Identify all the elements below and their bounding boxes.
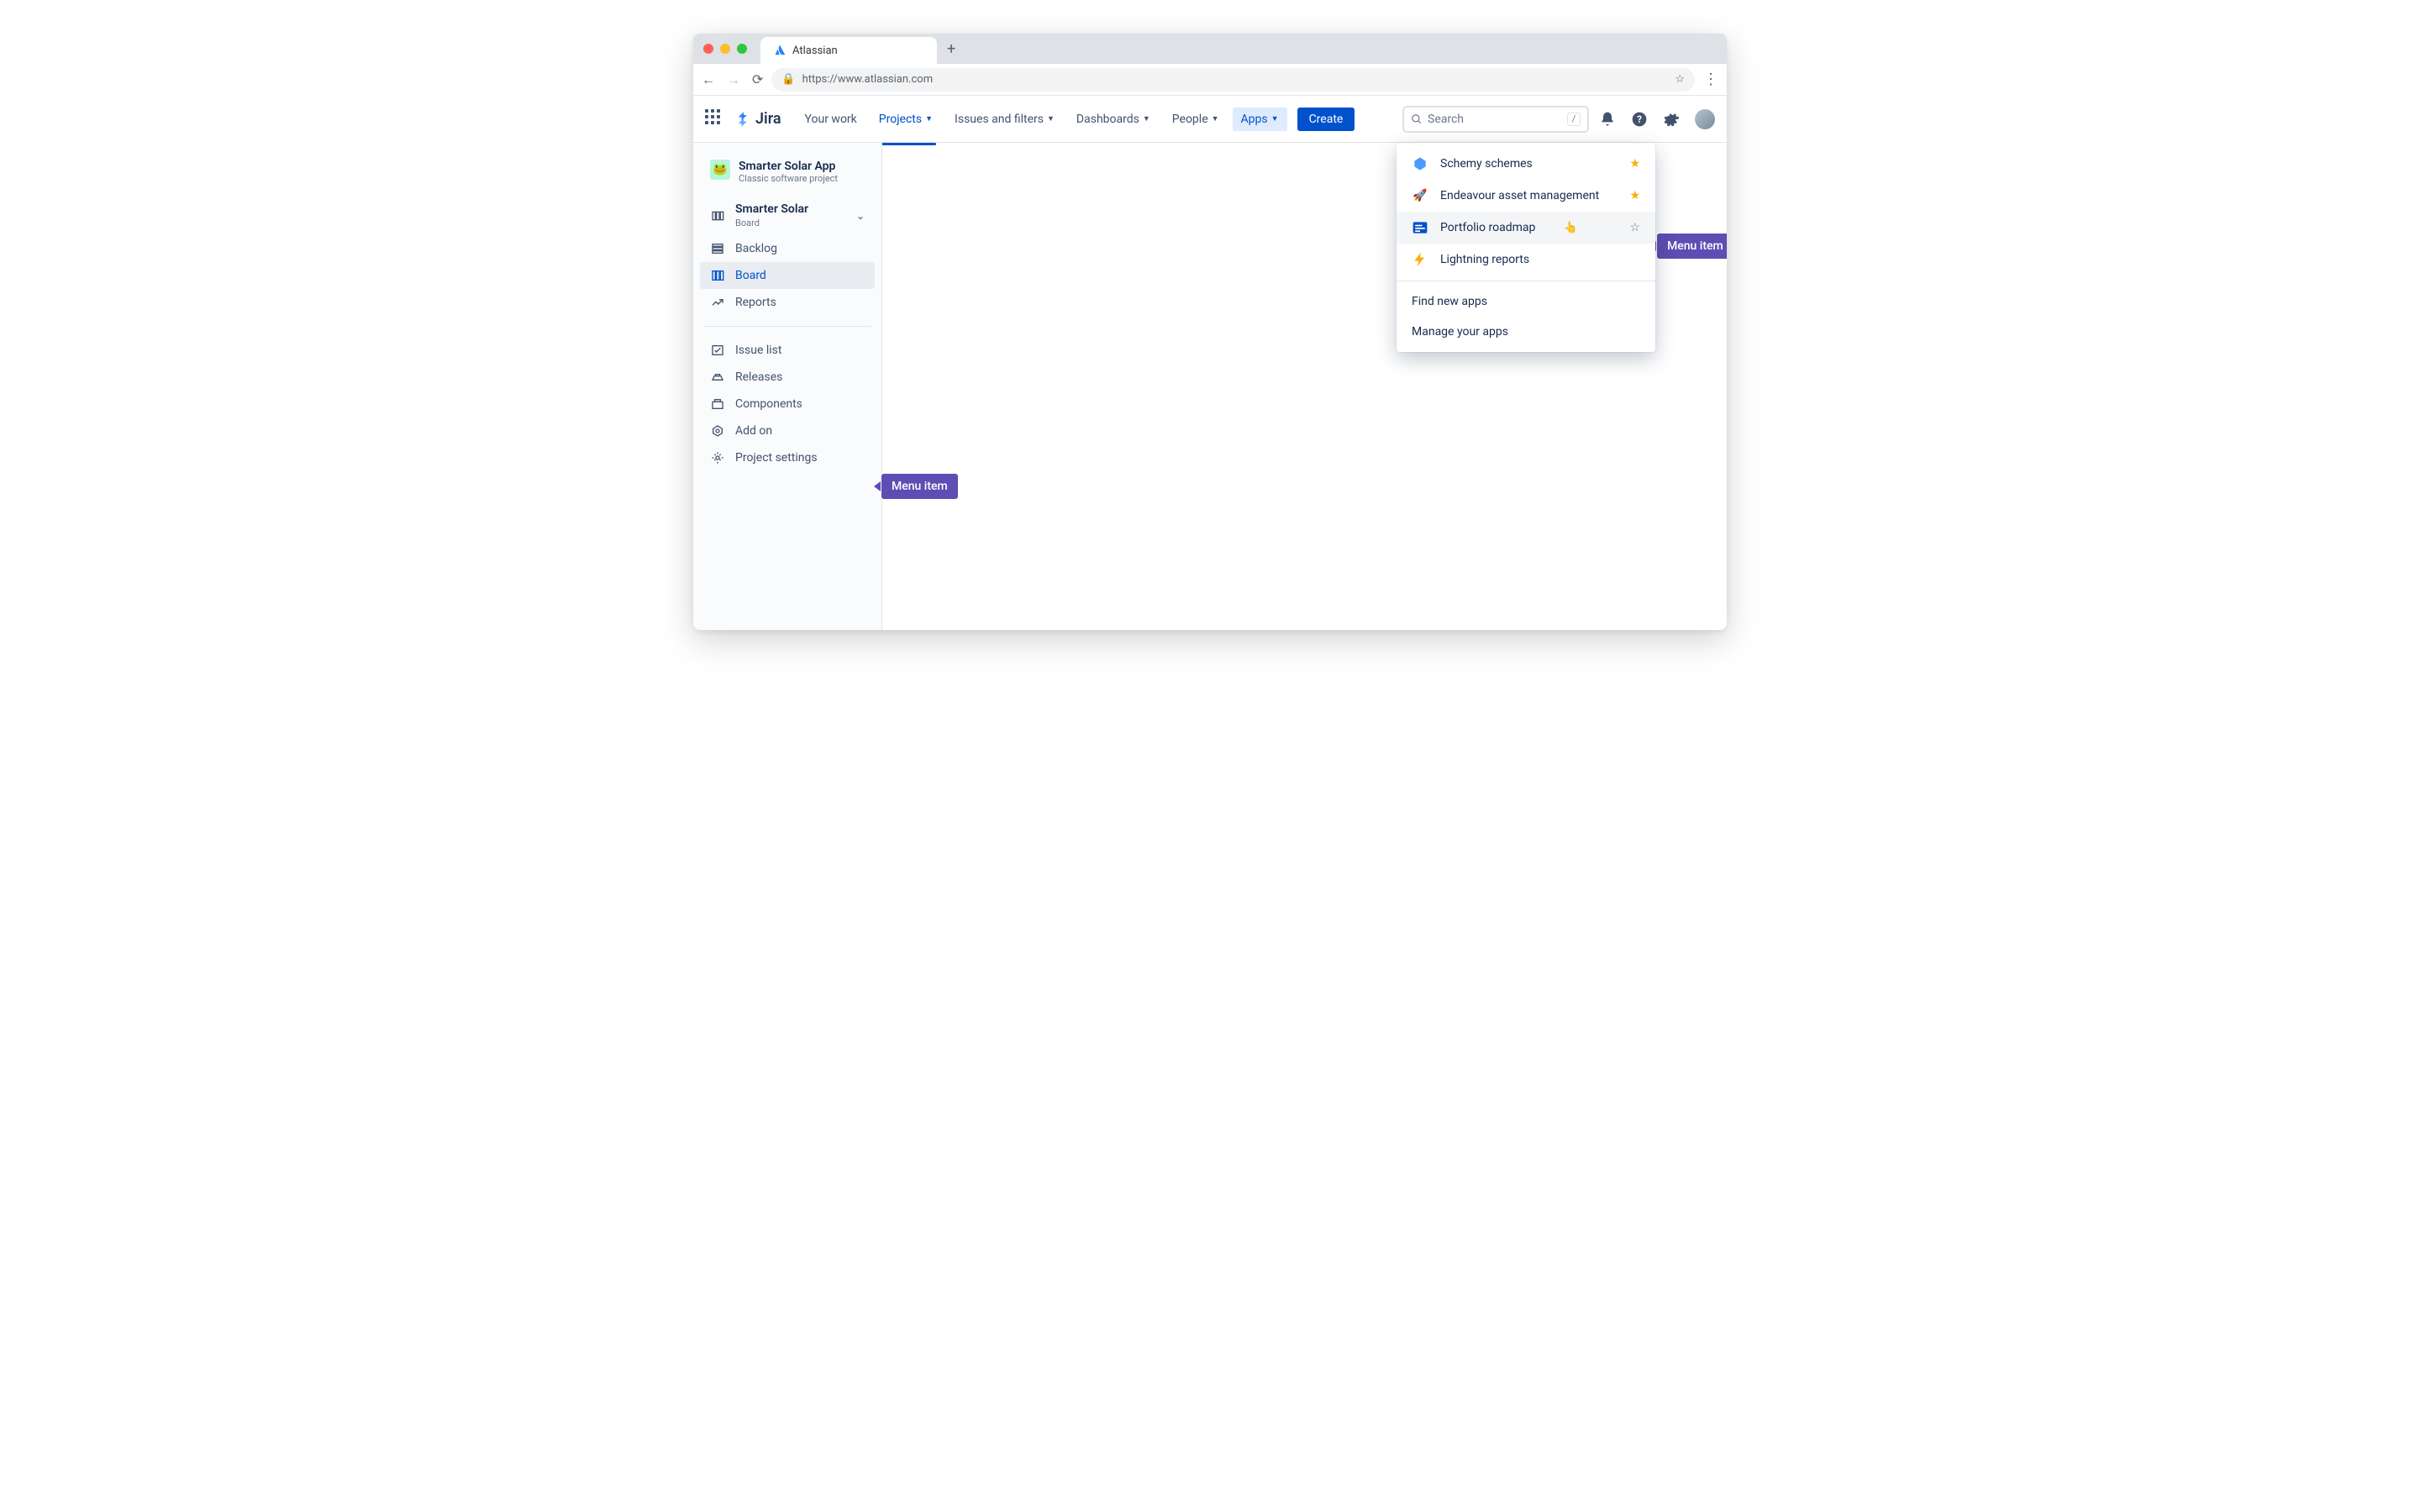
hexagon-icon (1412, 155, 1428, 172)
dropdown-manage-apps[interactable]: Manage your apps (1397, 317, 1655, 347)
new-tab-button[interactable]: + (947, 40, 955, 58)
sidebar-addon[interactable]: Add on (700, 417, 875, 444)
sidebar-releases[interactable]: Releases (700, 364, 875, 391)
browser-forward-icon: → (727, 71, 740, 88)
browser-reload-icon[interactable]: ⟳ (752, 71, 763, 88)
dropdown-item-lightning[interactable]: Lightning reports (1397, 244, 1655, 276)
create-button[interactable]: Create (1297, 108, 1355, 131)
chevron-down-icon: ▼ (925, 114, 933, 123)
rocket-icon: 🚀 (1412, 187, 1428, 204)
address-bar[interactable]: 🔒 https://www.atlassian.com ☆ (771, 68, 1695, 92)
window-maximize-icon[interactable] (737, 44, 747, 54)
annotation-badge: Menu item (1657, 234, 1727, 259)
project-header[interactable]: 🐸 Smarter Solar App Classic software pro… (700, 156, 875, 196)
star-icon[interactable]: ★ (1629, 189, 1640, 202)
search-shortcut-key: / (1567, 113, 1581, 126)
sidebar-components[interactable]: Components (700, 391, 875, 417)
star-icon[interactable]: ☆ (1629, 221, 1640, 234)
cursor-icon: 👆 (1564, 222, 1577, 234)
chevron-down-icon: ▼ (1047, 114, 1055, 123)
reports-icon (710, 296, 725, 309)
window-close-icon[interactable] (703, 44, 713, 54)
chevron-down-icon: ⌄ (856, 210, 865, 222)
backlog-icon (710, 242, 725, 255)
project-subtitle: Classic software project (739, 173, 838, 184)
nav-dashboards[interactable]: Dashboards▼ (1068, 108, 1159, 131)
dropdown-item-portfolio[interactable]: Portfolio roadmap 👆 ☆ (1397, 212, 1655, 244)
project-icon: 🐸 (710, 160, 730, 180)
sidebar-project-settings[interactable]: Project settings (700, 444, 875, 471)
browser-menu-icon[interactable]: ⋮ (1703, 71, 1718, 88)
chevron-down-icon: ▼ (1271, 114, 1279, 123)
star-icon[interactable]: ★ (1629, 157, 1640, 171)
board-icon (710, 209, 725, 223)
search-input[interactable]: Search / (1402, 106, 1589, 133)
browser-tab[interactable]: Atlassian (760, 37, 937, 64)
board-icon (710, 269, 725, 282)
gear-icon (710, 451, 725, 465)
nav-apps[interactable]: Apps▼ (1233, 108, 1287, 131)
svg-text:?: ? (1637, 113, 1642, 125)
components-icon (710, 397, 725, 411)
nav-issues[interactable]: Issues and filters▼ (946, 108, 1063, 131)
bookmark-icon[interactable]: ☆ (1675, 73, 1685, 86)
nav-people[interactable]: People▼ (1164, 108, 1228, 131)
user-avatar[interactable] (1695, 109, 1715, 129)
settings-icon[interactable] (1663, 111, 1680, 128)
chevron-down-icon: ▼ (1212, 114, 1219, 123)
sidebar-issue-list[interactable]: Issue list (700, 337, 875, 364)
browser-urlbar: ← → ⟳ 🔒 https://www.atlassian.com ☆ ⋮ (693, 64, 1727, 96)
sidebar-board[interactable]: Board (700, 262, 875, 289)
apps-dropdown: Schemy schemes ★ 🚀 Endeavour asset manag… (1397, 143, 1655, 352)
nav-projects[interactable]: Projects▼ (871, 108, 941, 131)
atlassian-icon (774, 45, 786, 56)
notifications-icon[interactable] (1599, 111, 1616, 128)
browser-titlebar: Atlassian + (693, 34, 1727, 64)
window-minimize-icon[interactable] (720, 44, 730, 54)
dropdown-find-apps[interactable]: Find new apps (1397, 286, 1655, 317)
board-selector[interactable]: Smarter Solar Board ⌄ (700, 196, 875, 235)
url-text: https://www.atlassian.com (802, 73, 934, 86)
releases-icon (710, 370, 725, 384)
help-icon[interactable]: ? (1631, 111, 1648, 128)
chevron-down-icon: ▼ (1143, 114, 1150, 123)
lock-icon: 🔒 (781, 73, 795, 86)
annotation-badge: Menu item (881, 474, 958, 499)
dropdown-item-schemy[interactable]: Schemy schemes ★ (1397, 148, 1655, 180)
lightning-icon (1412, 251, 1428, 268)
divider (703, 326, 871, 327)
project-sidebar: 🐸 Smarter Solar App Classic software pro… (693, 143, 882, 630)
jira-icon (735, 111, 752, 128)
jira-logo[interactable]: Jira (735, 110, 781, 128)
issue-list-icon (710, 344, 725, 357)
search-icon (1411, 113, 1423, 125)
browser-back-icon[interactable]: ← (702, 71, 715, 88)
portfolio-icon (1412, 219, 1428, 236)
browser-tab-title: Atlassian (792, 45, 838, 57)
addon-icon (710, 424, 725, 438)
sidebar-reports[interactable]: Reports (700, 289, 875, 316)
dropdown-item-endeavour[interactable]: 🚀 Endeavour asset management ★ (1397, 180, 1655, 212)
app-switcher-icon[interactable] (705, 109, 725, 129)
main-content: Schemy schemes ★ 🚀 Endeavour asset manag… (882, 143, 1727, 630)
nav-your-work[interactable]: Your work (797, 108, 865, 131)
sidebar-backlog[interactable]: Backlog (700, 235, 875, 262)
app-topbar: Jira Your work Projects▼ Issues and filt… (693, 96, 1727, 143)
project-title: Smarter Solar App (739, 160, 838, 173)
